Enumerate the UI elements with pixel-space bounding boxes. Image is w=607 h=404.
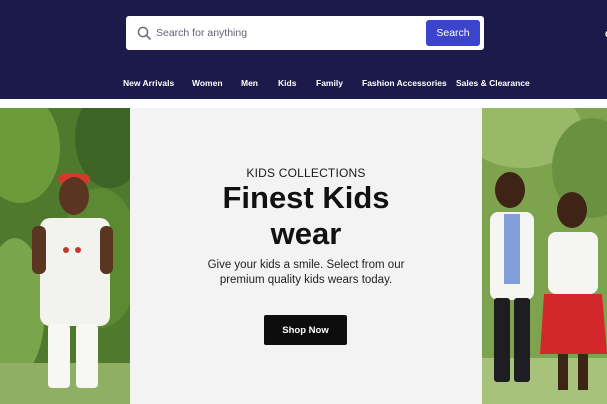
- shop-now-button[interactable]: Shop Now: [264, 315, 347, 345]
- hero-banner: KIDS COLLECTIONS Finest Kids wear Give y…: [0, 108, 607, 404]
- nav-item-fashion-accessories[interactable]: Fashion Accessories: [362, 74, 447, 92]
- hero-subtext: Give your kids a smile. Select from our …: [207, 259, 405, 286]
- user-icon[interactable]: [600, 22, 607, 42]
- main-nav: New Arrivals Women Men Kids Family Fashi…: [0, 74, 607, 92]
- nav-item-sales-clearance[interactable]: Sales & Clearance: [456, 74, 530, 92]
- hero-headline: Finest Kids wear: [130, 180, 482, 252]
- search-icon: [137, 26, 151, 40]
- hero-headline-line1: Finest Kids: [222, 180, 390, 215]
- hero-eyebrow: KIDS COLLECTIONS: [246, 166, 366, 180]
- nav-item-family[interactable]: Family: [316, 74, 343, 92]
- search-bar: Search: [126, 16, 484, 50]
- search-input[interactable]: [156, 18, 416, 48]
- nav-item-men[interactable]: Men: [241, 74, 258, 92]
- hero-right-photo: [482, 108, 607, 404]
- search-button[interactable]: Search: [426, 20, 480, 46]
- nav-item-new-arrivals[interactable]: New Arrivals: [123, 74, 174, 92]
- site-header: Search New Arrivals Women Men Kids Famil…: [0, 0, 607, 99]
- nav-item-kids[interactable]: Kids: [278, 74, 296, 92]
- hero-left-photo: [0, 108, 130, 404]
- hero-content: KIDS COLLECTIONS Finest Kids wear Give y…: [130, 108, 482, 404]
- hero-headline-line2: wear: [270, 216, 342, 251]
- nav-item-women[interactable]: Women: [192, 74, 223, 92]
